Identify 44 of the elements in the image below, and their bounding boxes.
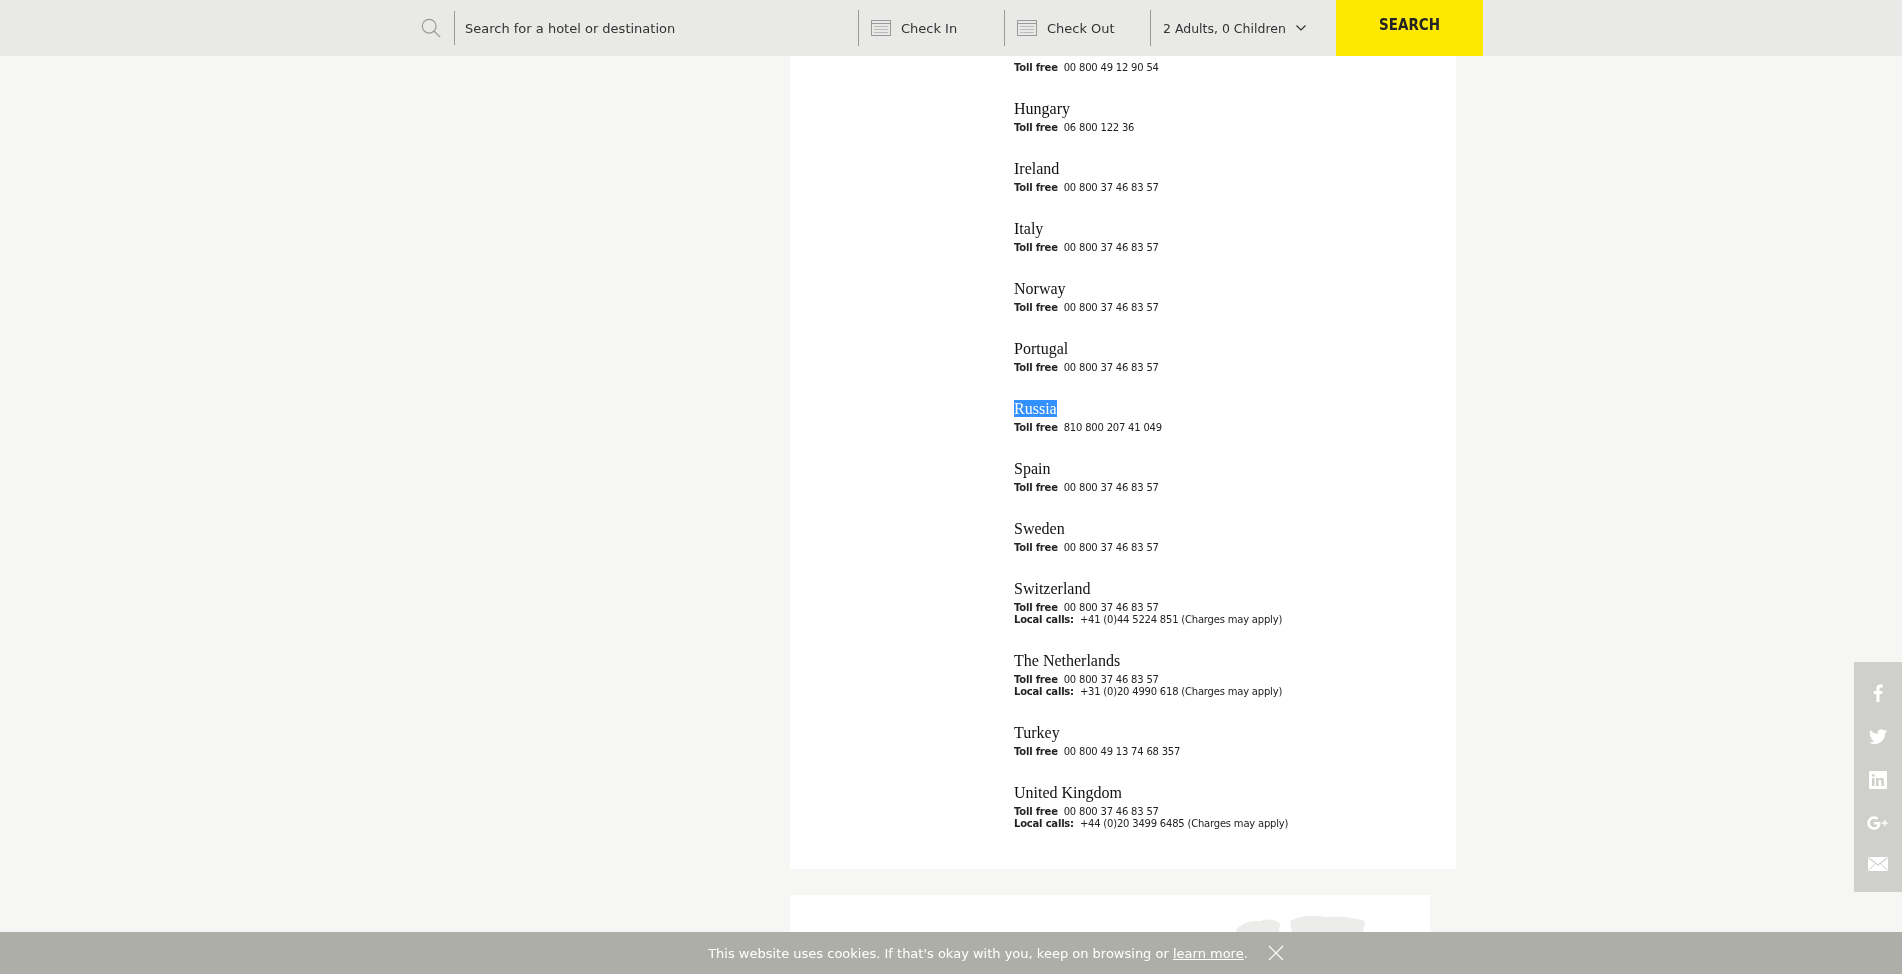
phone-line: Toll free 00 800 37 46 83 57 — [1014, 242, 1160, 254]
country-name: Ireland — [1014, 160, 1060, 177]
search-icon[interactable] — [420, 17, 442, 39]
country-name: The Netherlands — [1014, 652, 1121, 669]
search-field[interactable]: Search for a hotel or destination — [454, 11, 855, 45]
phone-line: Toll free 00 800 37 46 83 57 — [1014, 806, 1160, 818]
linkedin-icon[interactable] — [1869, 770, 1887, 789]
close-icon[interactable] — [1267, 945, 1284, 961]
phone-line: Toll free 00 800 37 46 83 57 — [1014, 602, 1160, 614]
phone-line: Toll free 00 800 49 13 74 68 357 — [1014, 746, 1182, 758]
cookie-message: This website uses cookies. If that's okay with you, keep on browsing or learn more. — [708, 945, 1248, 961]
phone-line: Toll free 00 800 37 46 83 57 — [1014, 482, 1160, 494]
phone-line: Local calls: +41 (0)44 5224 851 (Charges may apply) — [1014, 614, 1284, 626]
country-name: Turkey — [1014, 724, 1060, 741]
search-button[interactable]: SEARCH — [1336, 0, 1483, 56]
country-name: Russia — [1014, 400, 1057, 417]
phone-line: Toll free 00 800 37 46 83 57 — [1014, 302, 1160, 314]
calendar-icon — [1017, 20, 1037, 36]
phone-line: Local calls: +31 (0)20 4990 618 (Charges may apply) — [1014, 686, 1284, 698]
guests-dropdown[interactable]: 2 Adults, 0 Children — [1150, 10, 1333, 46]
check-out-field[interactable]: Check Out — [1004, 10, 1150, 46]
phone-line: Toll free 00 800 37 46 83 57 — [1014, 362, 1160, 374]
phone-line: Toll free 00 800 49 12 90 54 — [1014, 62, 1160, 74]
google-plus-icon[interactable] — [1867, 815, 1889, 830]
phone-line: Toll free 810 800 207 41 049 — [1014, 422, 1163, 434]
calendar-icon — [871, 20, 891, 36]
phone-line: Toll free 06 800 122 36 — [1014, 122, 1136, 134]
country-name: Hungary — [1014, 100, 1070, 117]
chevron-down-icon — [1295, 25, 1306, 31]
mail-icon[interactable] — [1868, 856, 1888, 871]
country-name: Italy — [1014, 220, 1044, 237]
check-in-field[interactable]: Check In — [858, 10, 1004, 46]
twitter-icon[interactable] — [1869, 728, 1887, 744]
phone-line: Toll free 00 800 37 46 83 57 — [1014, 674, 1160, 686]
country-name: Norway — [1014, 280, 1066, 297]
country-name: Spain — [1014, 460, 1051, 477]
country-name: Portugal — [1014, 340, 1069, 357]
phone-line: Toll free 00 800 37 46 83 57 — [1014, 542, 1160, 554]
country-name: Switzerland — [1014, 580, 1091, 597]
country-name: United Kingdom — [1014, 784, 1122, 801]
country-name: Sweden — [1014, 520, 1065, 537]
facebook-icon[interactable] — [1873, 683, 1883, 702]
phone-line: Local calls: +44 (0)20 3499 6485 (Charges may apply) — [1014, 818, 1290, 830]
phone-line: Toll free 00 800 37 46 83 57 — [1014, 182, 1160, 194]
